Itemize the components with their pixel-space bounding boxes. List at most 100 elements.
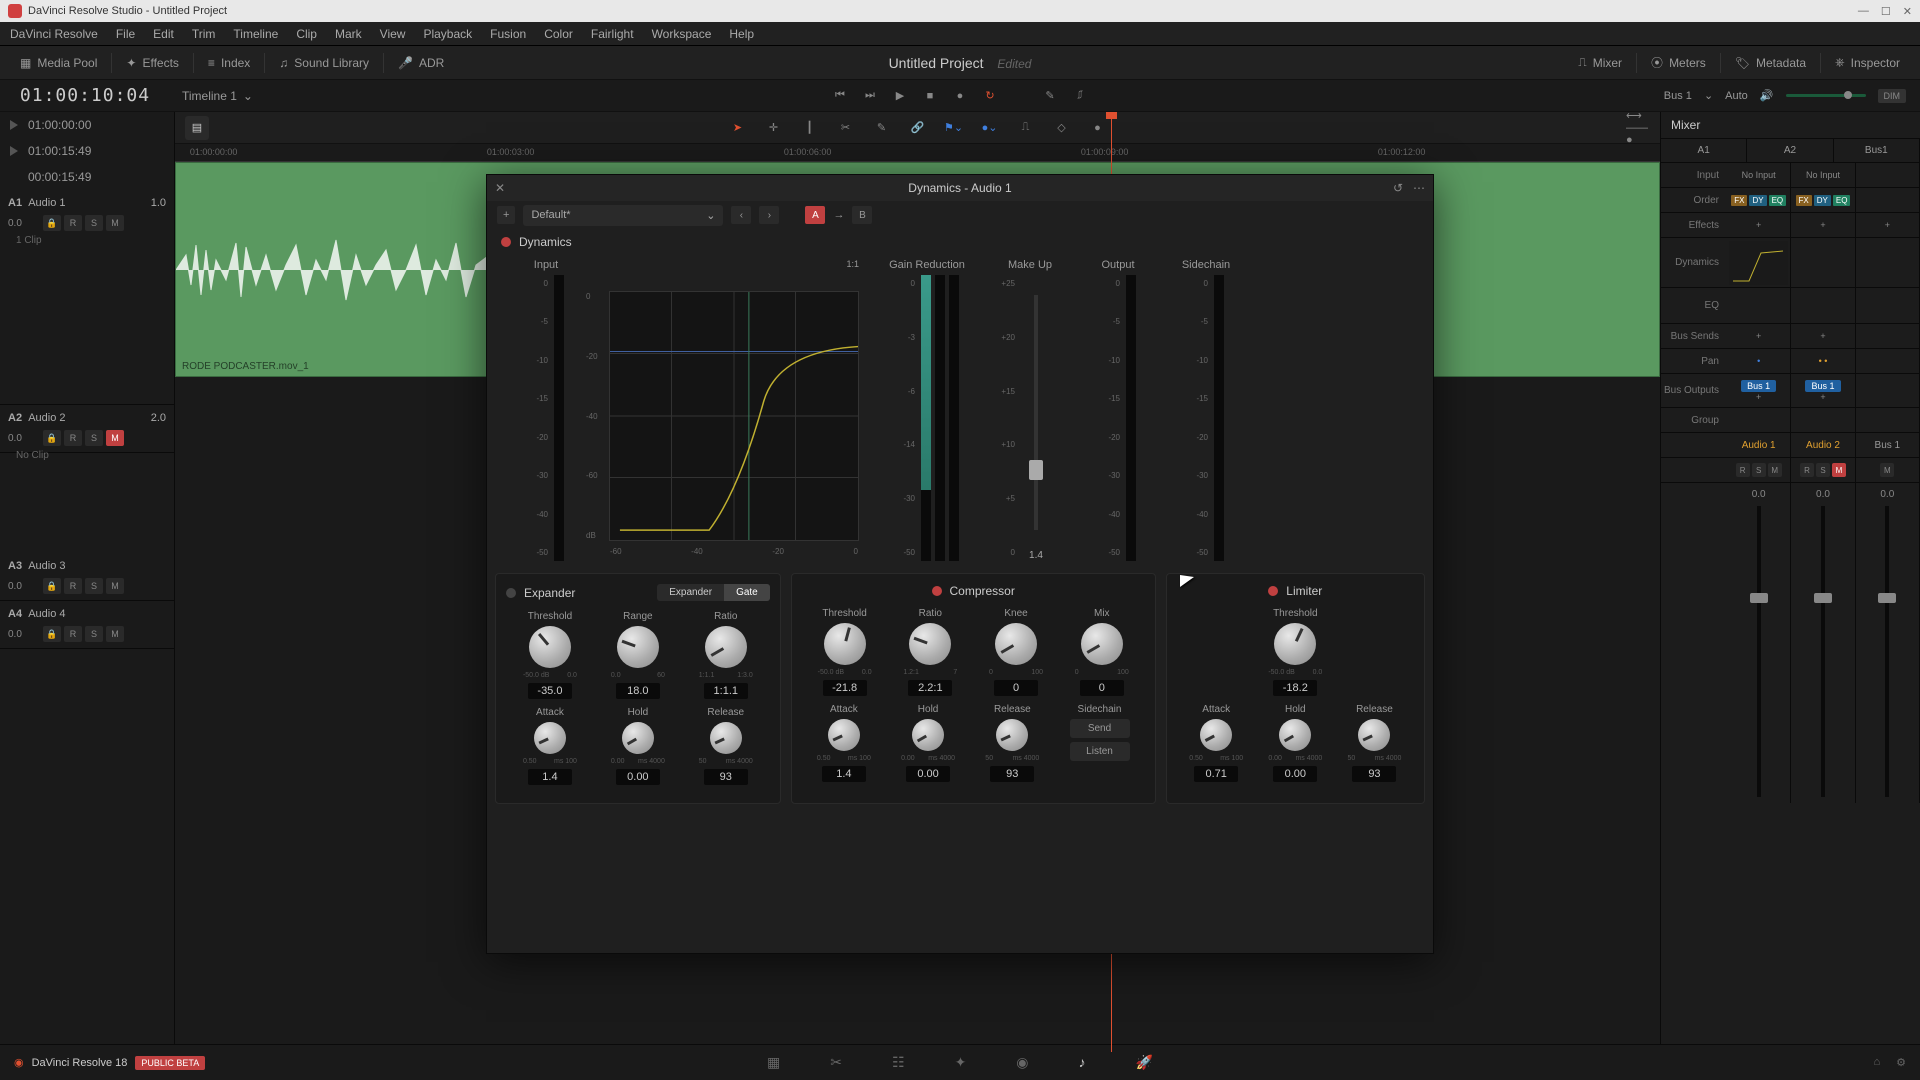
index-button[interactable]: ≡Index [198,52,260,74]
menu-fairlight[interactable]: Fairlight [591,27,634,41]
prev-preset[interactable]: ‹ [731,206,751,224]
pointer-tool-icon[interactable]: ➤ [726,116,750,140]
input-bus1[interactable] [1856,163,1920,187]
mixer-tab-a2[interactable]: A2 [1747,139,1833,162]
comp-attack-knob[interactable] [828,719,860,751]
solo-button[interactable]: S [85,215,103,231]
prev-button[interactable]: ⏮ [830,86,850,106]
effects-bus1[interactable]: + [1856,213,1920,237]
menu-timeline[interactable]: Timeline [233,27,278,41]
track-header-a3[interactable]: A3 Audio 3 0.0 🔒 R S M [0,553,174,601]
hold-knob[interactable] [622,722,654,754]
speaker-icon[interactable]: 🔊 [1760,89,1774,102]
bus-out-bus1[interactable] [1856,374,1920,408]
track-level[interactable]: 0.0 [8,218,40,229]
menu-playback[interactable]: Playback [423,27,472,41]
dynamics-a1[interactable] [1727,238,1791,288]
zoom-slider[interactable]: ⟷ ——● [1626,116,1650,140]
flag-dropdown[interactable]: ⚑⌄ [942,116,966,140]
lock-button[interactable]: 🔒 [43,215,61,231]
makeup-slider[interactable]: 1.4 [1021,275,1051,561]
mute-button[interactable]: M [106,626,124,642]
channel-name-bus1[interactable]: Bus 1 [1856,433,1920,457]
arm-button[interactable]: R [64,430,82,446]
dynamics-bus1[interactable] [1856,238,1920,288]
arm-button[interactable]: R [64,578,82,594]
gate-tab[interactable]: Gate [724,584,770,601]
auto-label[interactable]: Auto [1725,90,1748,102]
volume-slider[interactable] [1786,94,1866,97]
menu-mark[interactable]: Mark [335,27,362,41]
view-mode-icon[interactable]: ▤ [185,116,209,140]
channel-name-a1[interactable]: Audio 1 [1727,433,1791,457]
track-header-a1[interactable]: A1 Audio 11.0 0.0 🔒 R S M 1 Clip [0,190,174,405]
tc-out[interactable]: 01:00:15:49 [0,138,174,164]
arm-button[interactable]: R [64,215,82,231]
input-a2[interactable]: No Input [1791,163,1855,187]
comp-ratio-knob[interactable] [909,623,951,665]
ratio-knob[interactable] [705,626,747,668]
track-header-a4[interactable]: A4 Audio 4 0.0 🔒 R S M [0,601,174,649]
sidechain-send-button[interactable]: Send [1070,719,1130,738]
threshold-knob[interactable] [529,626,571,668]
add-preset-icon[interactable]: + [497,206,515,224]
order-a2[interactable]: FXDYEQ [1791,188,1855,212]
menu-color[interactable]: Color [544,27,573,41]
home-icon[interactable]: ⌂ [1873,1056,1880,1069]
dim-button[interactable]: DIM [1878,89,1907,103]
bus-sends-a2[interactable]: + [1791,324,1855,348]
mute-button[interactable]: M [106,578,124,594]
fader-a2[interactable]: 0.0 [1791,483,1855,803]
stop-button[interactable]: ■ [920,86,940,106]
bus-selector[interactable]: Bus 1 [1664,90,1692,102]
effects-button[interactable]: ✦Effects [116,52,189,74]
lim-release-knob[interactable] [1358,719,1390,751]
page-deliver[interactable]: 🚀 [1136,1054,1153,1071]
solo-button[interactable]: S [85,430,103,446]
track-level[interactable]: 0.0 [8,433,40,444]
link-tool-icon[interactable]: 🔗 [906,116,930,140]
page-edit[interactable]: ☷ [892,1054,905,1071]
mixer-button[interactable]: ⎍Mixer [1568,51,1632,74]
pan-a1[interactable]: • [1727,349,1791,373]
reset-icon[interactable]: ↺ [1393,181,1403,195]
comp-hold-knob[interactable] [912,719,944,751]
effects-a2[interactable]: + [1791,213,1855,237]
eq-bus1[interactable] [1856,288,1920,324]
page-media[interactable]: ▦ [767,1054,780,1071]
adr-button[interactable]: 🎤ADR [388,52,454,74]
tc-dur[interactable]: 00:00:15:49 [0,164,174,190]
bus-sends-bus1[interactable] [1856,324,1920,348]
eq-a1[interactable] [1727,288,1791,324]
channel-name-a2[interactable]: Audio 2 [1791,433,1855,457]
compressor-enable[interactable] [932,586,942,596]
maximize-icon[interactable]: ☐ [1881,5,1891,18]
automation-icon[interactable]: ✎ [1040,86,1060,106]
fader-a1[interactable]: 0.0 [1727,483,1791,803]
menu-file[interactable]: File [116,27,135,41]
blade-tool-icon[interactable]: ✂ [834,116,858,140]
lim-attack-knob[interactable] [1200,719,1232,751]
mute-button[interactable]: M [106,215,124,231]
ab-a-button[interactable]: A [805,206,825,224]
bus-out-a1[interactable]: Bus 1+ [1727,374,1791,408]
page-fairlight[interactable]: ♪ [1079,1054,1086,1071]
page-fusion[interactable]: ✦ [955,1054,967,1071]
close-icon[interactable]: ✕ [495,181,505,195]
input-a1[interactable]: No Input [1727,163,1791,187]
arm-button[interactable]: R [64,626,82,642]
mixer-tab-bus1[interactable]: Bus1 [1834,139,1920,162]
page-color[interactable]: ◉ [1016,1054,1028,1071]
lock-button[interactable]: 🔒 [43,626,61,642]
lim-threshold-knob[interactable] [1274,623,1316,665]
attack-knob[interactable] [534,722,566,754]
group-a1[interactable] [1727,408,1791,432]
ab-b-button[interactable]: B [852,206,872,224]
track-header-a2[interactable]: A2 Audio 22.0 0.0 🔒 R S M No Clip [0,405,174,453]
expander-enable[interactable] [506,588,516,598]
project-settings-icon[interactable]: ⚙ [1896,1056,1906,1069]
comp-knee-knob[interactable] [995,623,1037,665]
mixer-tab-a1[interactable]: A1 [1661,139,1747,162]
fader-bus1[interactable]: 0.0 [1856,483,1920,803]
lim-hold-knob[interactable] [1279,719,1311,751]
